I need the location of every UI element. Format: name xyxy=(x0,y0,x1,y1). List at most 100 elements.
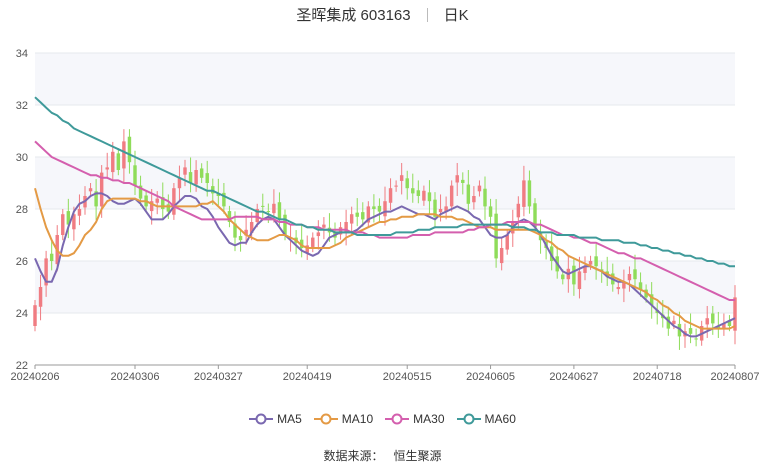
candle-body xyxy=(477,185,482,192)
candle-body xyxy=(483,188,487,207)
y-tick-label: 32 xyxy=(16,100,28,112)
candle-body xyxy=(577,271,582,290)
candle-body xyxy=(466,184,471,204)
y-tick-label: 30 xyxy=(16,152,28,164)
source-label: 数据来源： xyxy=(323,449,384,463)
stock-name-code: 圣晖集成 603163 xyxy=(296,7,411,24)
candle-body xyxy=(711,313,715,324)
candle-body xyxy=(155,198,159,203)
candle-body xyxy=(355,212,359,217)
candle-body xyxy=(316,232,321,237)
candle-body xyxy=(522,180,526,207)
candle-body xyxy=(422,190,426,201)
legend-marker xyxy=(456,413,481,425)
candle-body xyxy=(111,151,115,173)
x-tick-label: 20240627 xyxy=(549,371,598,383)
legend-marker xyxy=(313,413,338,425)
legend-item-ma30[interactable]: MA30 xyxy=(385,412,445,426)
x-axis: 20240206 20240306 20240327 20240419 20240515… xyxy=(11,364,760,383)
candle-body xyxy=(616,287,621,290)
candle-body xyxy=(61,214,65,235)
candle-body xyxy=(572,265,576,285)
legend-label: MA5 xyxy=(277,412,302,426)
candle-body xyxy=(349,214,354,224)
candle-body xyxy=(272,203,276,214)
candle-body xyxy=(266,211,271,213)
y-axis: 22242628303234 xyxy=(16,48,28,372)
x-tick-label: 20240718 xyxy=(633,371,682,383)
grid-band xyxy=(35,53,735,105)
candle-body xyxy=(461,179,465,183)
candle-body xyxy=(472,196,476,203)
legend: MA5 MA10 MA30 MA60 xyxy=(0,412,765,428)
candle-body xyxy=(416,190,421,196)
x-tick-label: 20240605 xyxy=(466,371,515,383)
data-source: 数据来源： 恒生聚源 xyxy=(0,447,765,464)
candle-body xyxy=(394,185,398,187)
candle-body xyxy=(388,188,393,203)
candle-body xyxy=(116,153,121,170)
candle-body xyxy=(183,167,187,175)
candle-body xyxy=(49,253,54,261)
y-tick-label: 34 xyxy=(16,48,28,60)
candle-body xyxy=(133,165,137,186)
legend-item-ma60[interactable]: MA60 xyxy=(456,412,516,426)
x-tick-label: 20240515 xyxy=(383,371,432,383)
x-tick-label: 20240327 xyxy=(194,371,243,383)
candle-body xyxy=(411,188,415,194)
candle-body xyxy=(427,192,432,202)
candle-body xyxy=(688,328,693,334)
candle-body xyxy=(627,274,632,281)
candle-body xyxy=(127,136,132,163)
candle-body xyxy=(277,202,282,220)
title-separator xyxy=(426,8,428,22)
candle-body xyxy=(405,178,409,189)
candle-body xyxy=(516,203,521,218)
candle-body xyxy=(455,175,459,183)
x-tick-label: 20240419 xyxy=(283,371,332,383)
candle-body xyxy=(199,168,204,178)
candle-body xyxy=(527,180,532,207)
candle-body xyxy=(105,167,109,170)
candle-body xyxy=(172,188,176,215)
candle-body xyxy=(372,206,376,209)
period-label: 日K xyxy=(443,7,469,24)
candle-body xyxy=(672,320,676,324)
legend-item-ma10[interactable]: MA10 xyxy=(313,412,373,426)
candle-body xyxy=(77,209,82,216)
x-tick-label: 20240807 xyxy=(711,371,760,383)
y-tick-label: 24 xyxy=(16,308,28,320)
chart-title: 圣晖集成 603163 日K xyxy=(0,4,765,26)
y-tick-label: 28 xyxy=(16,204,28,216)
candle-body xyxy=(705,318,709,325)
candle-body xyxy=(633,269,637,280)
source-value: 恒生聚源 xyxy=(393,449,442,463)
candle-body xyxy=(88,188,93,192)
legend-label: MA60 xyxy=(484,412,516,426)
candle-body xyxy=(449,185,454,207)
candle-body xyxy=(594,256,598,267)
candle-body xyxy=(361,212,365,220)
legend-item-ma5[interactable]: MA5 xyxy=(249,412,302,426)
candle-body xyxy=(438,209,443,213)
candle-body xyxy=(194,170,198,185)
x-tick-label: 20240306 xyxy=(111,371,160,383)
candle-body xyxy=(499,248,504,264)
candle-body xyxy=(561,274,565,280)
legend-marker xyxy=(249,413,274,425)
candle-body xyxy=(205,173,209,183)
grid-band xyxy=(35,261,735,313)
candle-body xyxy=(33,305,37,326)
candle-body xyxy=(377,205,382,212)
candle-body xyxy=(383,201,387,217)
x-tick-label: 20240206 xyxy=(11,371,60,383)
legend-label: MA30 xyxy=(413,412,445,426)
candle-body xyxy=(38,287,43,307)
candle-body xyxy=(694,338,698,340)
y-tick-label: 26 xyxy=(16,256,28,268)
candle-body xyxy=(238,236,243,241)
candle-body xyxy=(588,261,593,265)
legend-marker xyxy=(385,413,410,425)
candle-body xyxy=(505,235,509,250)
candle-body xyxy=(488,206,493,217)
